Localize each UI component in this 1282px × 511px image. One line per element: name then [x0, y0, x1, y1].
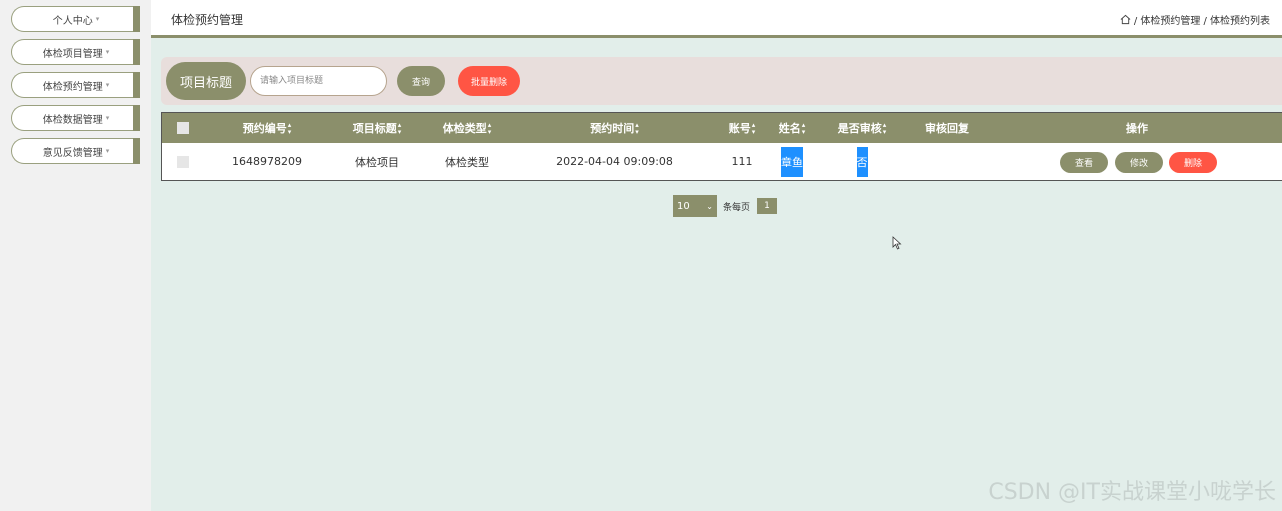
search-label: 项目标题	[166, 62, 246, 100]
sidebar-item-exam-booking[interactable]: 体检预约管理 ▾	[11, 72, 140, 98]
page-title: 体检预约管理	[171, 13, 244, 27]
sidebar-item-exam-project[interactable]: 体检项目管理 ▾	[11, 39, 140, 65]
sidebar-item-label: 体检项目管理	[42, 48, 103, 60]
row-checkbox[interactable]	[177, 156, 189, 168]
column-header-review-reply: 审核回复	[912, 113, 982, 143]
chevron-down-icon: ▾	[105, 114, 110, 122]
page-size-select[interactable]: 10 ⌄	[673, 195, 717, 217]
sidebar-item-label: 体检预约管理	[42, 81, 103, 93]
search-input[interactable]	[250, 66, 387, 96]
breadcrumb-item: / 体检预约列表	[1203, 16, 1270, 27]
selected-text: 否	[856, 146, 868, 177]
column-header-exam-type[interactable]: 体检类型 ▴ ▾	[422, 113, 512, 143]
page-number-button[interactable]: 1	[757, 198, 777, 214]
select-all-checkbox[interactable]	[177, 122, 189, 134]
cell-exam-type: 体检类型	[445, 155, 489, 169]
table-row[interactable]: 1648978209 体检项目 体检类型 2022-04-04 09:09:08…	[162, 143, 1282, 180]
column-header-label: 预约时间	[590, 122, 635, 135]
selected-text: 章鱼	[781, 146, 803, 177]
sort-icon: ▴ ▾	[635, 120, 639, 136]
sidebar-item-label: 个人中心	[52, 15, 93, 27]
cell-name: 章鱼	[767, 143, 817, 180]
column-header-label: 账号	[728, 122, 751, 135]
sort-icon: ▴ ▾	[882, 120, 887, 136]
sort-icon: ▴ ▾	[397, 120, 402, 136]
data-table: 预约编号 ▴ ▾ 项目标题 ▴ ▾ 体检类型 ▴ ▾ 预约时间 ▴ ▾ 账号 ▴ ▾ 姓名 ▴ ▾ 是否…	[161, 112, 1282, 181]
sort-icon: ▴ ▾	[801, 120, 806, 136]
column-header-name[interactable]: 姓名 ▴ ▾	[767, 113, 817, 143]
column-header-project-title[interactable]: 项目标题 ▴ ▾	[332, 113, 422, 143]
cell-time: 2022-04-04 09:09:08	[556, 155, 673, 168]
cell-reviewed: 否	[827, 143, 897, 180]
sort-icon: ▴ ▾	[751, 120, 756, 136]
sidebar-item-label: 体检数据管理	[42, 114, 103, 126]
table-header: 预约编号 ▴ ▾ 项目标题 ▴ ▾ 体检类型 ▴ ▾ 预约时间 ▴ ▾ 账号 ▴ ▾ 姓名 ▴ ▾ 是否…	[162, 113, 1282, 143]
cell-project-title: 体检项目	[355, 155, 399, 169]
query-button[interactable]: 查询	[397, 66, 445, 96]
sort-icon: ▴ ▾	[487, 120, 492, 136]
column-header-reviewed[interactable]: 是否审核 ▴ ▾	[827, 113, 897, 143]
column-header-id[interactable]: 预约编号 ▴ ▾	[222, 113, 312, 143]
chevron-down-icon: ▾	[105, 147, 110, 155]
sidebar: 个人中心 ▾ 体检项目管理 ▾ 体检预约管理 ▾ 体检数据管理 ▾ 意见反馈管理 ▾	[0, 0, 151, 511]
breadcrumb: / 体检预约管理 / 体检预约列表	[1120, 12, 1270, 27]
home-icon[interactable]	[1120, 14, 1131, 25]
cell-id: 1648978209	[232, 155, 302, 168]
sidebar-item-feedback[interactable]: 意见反馈管理 ▾	[11, 138, 140, 164]
per-page-label: 条每页	[723, 203, 751, 213]
chevron-down-icon: ▾	[105, 48, 110, 56]
column-header-label: 操作	[1126, 122, 1148, 135]
edit-button[interactable]: 修改	[1115, 152, 1163, 173]
mouse-cursor-icon	[892, 236, 902, 250]
breadcrumb-item[interactable]: / 体检预约管理	[1134, 12, 1201, 27]
sidebar-item-personal-center[interactable]: 个人中心 ▾	[11, 6, 140, 32]
column-header-label: 体检类型	[442, 122, 487, 135]
batch-delete-button[interactable]: 批量删除	[458, 66, 520, 96]
watermark: CSDN @IT实战课堂小咙学长	[988, 480, 1276, 505]
chevron-down-icon: ▾	[95, 15, 100, 23]
chevron-down-icon: ▾	[105, 81, 110, 89]
column-header-time[interactable]: 预约时间 ▴ ▾	[542, 113, 687, 143]
column-header-label: 预约编号	[242, 122, 287, 135]
column-header-account[interactable]: 账号 ▴ ▾	[717, 113, 767, 143]
top-bar: 体检预约管理 / 体检预约管理 / 体检预约列表	[151, 0, 1282, 38]
search-bar: 项目标题 查询 批量删除	[161, 57, 1282, 105]
chevron-down-icon: ⌄	[706, 201, 713, 211]
cell-review-reply	[912, 143, 982, 180]
sidebar-item-exam-data[interactable]: 体检数据管理 ▾	[11, 105, 140, 131]
column-header-label: 审核回复	[925, 122, 969, 135]
column-header-label: 项目标题	[352, 122, 397, 135]
cell-account: 111	[731, 155, 753, 168]
sort-icon: ▴ ▾	[287, 120, 292, 136]
view-button[interactable]: 查看	[1060, 152, 1108, 173]
column-header-label: 姓名	[778, 122, 801, 135]
column-header-label: 是否审核	[837, 122, 882, 135]
page-size-value: 10	[677, 200, 690, 212]
column-header-actions: 操作	[1107, 113, 1167, 143]
delete-button[interactable]: 删除	[1169, 152, 1217, 173]
sidebar-item-label: 意见反馈管理	[42, 147, 103, 159]
